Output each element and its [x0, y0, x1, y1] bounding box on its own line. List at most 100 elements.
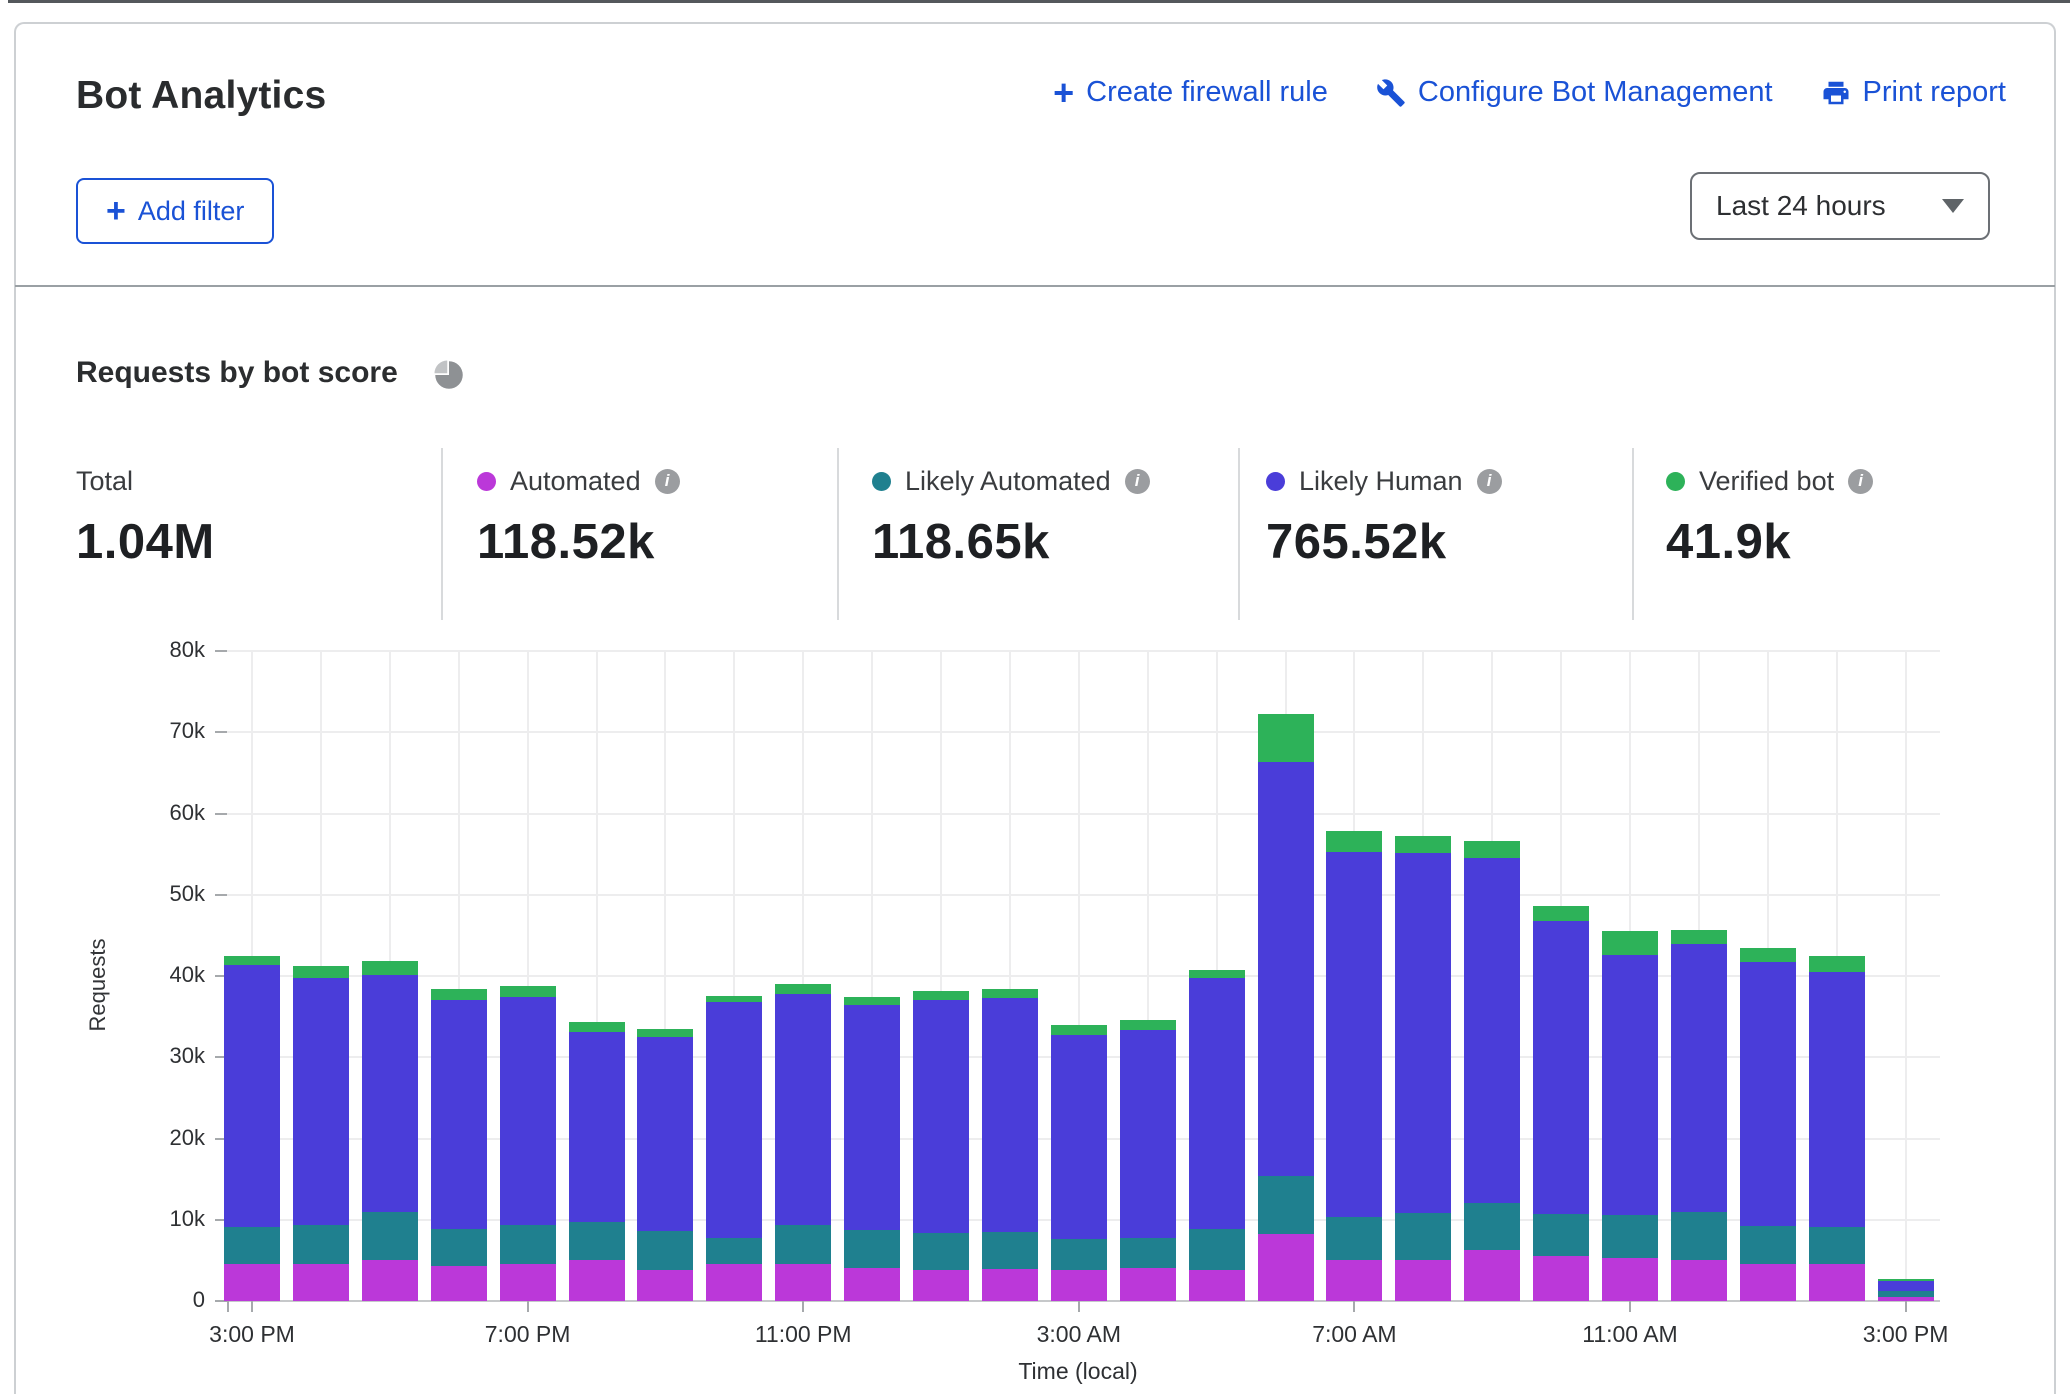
bar-segment-likely-automated[interactable] [431, 1229, 487, 1266]
bar-segment-likely-automated[interactable] [982, 1232, 1038, 1269]
bar-segment-verified-bot[interactable] [500, 986, 556, 997]
bar-segment-automated[interactable] [1189, 1270, 1245, 1301]
bar-segment-verified-bot[interactable] [706, 996, 762, 1003]
bar-segment-likely-automated[interactable] [362, 1212, 418, 1260]
bar-segment-verified-bot[interactable] [1602, 931, 1658, 955]
bar-segment-likely-human[interactable] [1395, 853, 1451, 1214]
bar-segment-automated[interactable] [637, 1270, 693, 1301]
bar-segment-verified-bot[interactable] [1533, 906, 1589, 921]
bar-segment-automated[interactable] [706, 1264, 762, 1301]
bar-segment-likely-automated[interactable] [913, 1233, 969, 1270]
bar-segment-likely-automated[interactable] [775, 1225, 831, 1264]
bar-segment-likely-automated[interactable] [1602, 1215, 1658, 1258]
bar-segment-likely-human[interactable] [913, 1000, 969, 1233]
bar-segment-likely-automated[interactable] [293, 1225, 349, 1264]
bar-segment-verified-bot[interactable] [1395, 836, 1451, 852]
bar-segment-likely-automated[interactable] [637, 1231, 693, 1270]
bar-segment-verified-bot[interactable] [293, 966, 349, 978]
bar-segment-likely-human[interactable] [1464, 858, 1520, 1203]
bar-segment-likely-automated[interactable] [1326, 1217, 1382, 1260]
bar-segment-likely-automated[interactable] [1051, 1239, 1107, 1270]
bar-segment-verified-bot[interactable] [224, 956, 280, 966]
bar-segment-likely-human[interactable] [1671, 944, 1727, 1212]
bar-segment-verified-bot[interactable] [1189, 970, 1245, 978]
bar-segment-verified-bot[interactable] [913, 991, 969, 999]
bar-segment-likely-human[interactable] [1533, 921, 1589, 1214]
bar-segment-automated[interactable] [844, 1268, 900, 1301]
bar-segment-automated[interactable] [1395, 1260, 1451, 1301]
bar-segment-likely-human[interactable] [1051, 1035, 1107, 1240]
bar-segment-likely-human[interactable] [1326, 852, 1382, 1217]
bar-segment-verified-bot[interactable] [1464, 841, 1520, 858]
bar-segment-likely-automated[interactable] [1878, 1291, 1934, 1297]
bar-segment-automated[interactable] [1258, 1234, 1314, 1301]
bar-segment-verified-bot[interactable] [1120, 1020, 1176, 1030]
bar-segment-likely-human[interactable] [1120, 1030, 1176, 1239]
bar-segment-automated[interactable] [224, 1264, 280, 1301]
bar-segment-likely-automated[interactable] [1395, 1213, 1451, 1260]
bar-segment-automated[interactable] [1051, 1270, 1107, 1301]
bar-segment-likely-human[interactable] [1809, 972, 1865, 1227]
bar-segment-verified-bot[interactable] [844, 997, 900, 1005]
bar-segment-likely-human[interactable] [224, 965, 280, 1227]
bar-segment-verified-bot[interactable] [1258, 714, 1314, 761]
bar-segment-verified-bot[interactable] [1740, 948, 1796, 962]
bar-segment-automated[interactable] [775, 1264, 831, 1301]
bar-segment-likely-human[interactable] [1189, 978, 1245, 1229]
bar-segment-verified-bot[interactable] [1051, 1025, 1107, 1035]
bar-segment-likely-automated[interactable] [224, 1227, 280, 1264]
bar-segment-verified-bot[interactable] [982, 989, 1038, 998]
bar-segment-likely-human[interactable] [775, 994, 831, 1225]
bar-segment-likely-automated[interactable] [569, 1222, 625, 1259]
bar-segment-automated[interactable] [1740, 1264, 1796, 1301]
bar-segment-automated[interactable] [1533, 1256, 1589, 1302]
bar-segment-automated[interactable] [1809, 1264, 1865, 1301]
bar-segment-verified-bot[interactable] [1671, 930, 1727, 944]
bar-segment-verified-bot[interactable] [569, 1022, 625, 1033]
bar-segment-likely-human[interactable] [1878, 1281, 1934, 1292]
bar-segment-likely-automated[interactable] [844, 1230, 900, 1267]
requests-bar-chart[interactable]: Requests Time (local) 010k20k30k40k50k60… [0, 0, 2070, 1394]
bar-segment-likely-human[interactable] [293, 978, 349, 1225]
bar-segment-likely-human[interactable] [362, 975, 418, 1212]
bar-segment-automated[interactable] [1602, 1258, 1658, 1301]
bar-segment-automated[interactable] [293, 1264, 349, 1301]
bar-segment-verified-bot[interactable] [431, 989, 487, 1000]
bar-segment-likely-automated[interactable] [1671, 1212, 1727, 1260]
bar-segment-likely-automated[interactable] [1740, 1226, 1796, 1263]
bar-segment-likely-automated[interactable] [1809, 1227, 1865, 1264]
bar-segment-likely-human[interactable] [637, 1037, 693, 1231]
bar-segment-verified-bot[interactable] [637, 1029, 693, 1037]
bar-segment-likely-human[interactable] [1740, 962, 1796, 1226]
bar-segment-likely-automated[interactable] [1189, 1229, 1245, 1270]
bar-segment-likely-human[interactable] [431, 1000, 487, 1229]
bar-segment-automated[interactable] [1464, 1250, 1520, 1301]
bar-segment-likely-automated[interactable] [1464, 1203, 1520, 1250]
bar-segment-likely-automated[interactable] [500, 1225, 556, 1264]
bar-segment-automated[interactable] [362, 1260, 418, 1301]
bar-segment-automated[interactable] [913, 1270, 969, 1301]
bar-segment-verified-bot[interactable] [1809, 956, 1865, 972]
bar-segment-automated[interactable] [431, 1266, 487, 1301]
bar-segment-verified-bot[interactable] [362, 961, 418, 975]
bar-segment-likely-automated[interactable] [1120, 1238, 1176, 1267]
bar-segment-likely-human[interactable] [569, 1032, 625, 1222]
bar-segment-verified-bot[interactable] [1878, 1279, 1934, 1281]
bar-segment-likely-human[interactable] [1602, 955, 1658, 1215]
bar-segment-automated[interactable] [569, 1260, 625, 1301]
bar-segment-likely-human[interactable] [500, 997, 556, 1225]
bar-segment-automated[interactable] [500, 1264, 556, 1301]
bar-segment-likely-human[interactable] [844, 1005, 900, 1230]
bar-segment-verified-bot[interactable] [1326, 831, 1382, 852]
bar-segment-likely-human[interactable] [706, 1002, 762, 1238]
bar-segment-verified-bot[interactable] [775, 984, 831, 994]
bar-segment-likely-human[interactable] [1258, 762, 1314, 1176]
bar-segment-automated[interactable] [1120, 1268, 1176, 1301]
bar-segment-automated[interactable] [1326, 1260, 1382, 1301]
bar-segment-automated[interactable] [982, 1269, 1038, 1301]
bar-segment-likely-automated[interactable] [1533, 1214, 1589, 1255]
bar-segment-likely-automated[interactable] [706, 1238, 762, 1265]
bar-segment-likely-human[interactable] [982, 998, 1038, 1232]
bar-segment-automated[interactable] [1671, 1260, 1727, 1301]
bar-segment-likely-automated[interactable] [1258, 1176, 1314, 1234]
